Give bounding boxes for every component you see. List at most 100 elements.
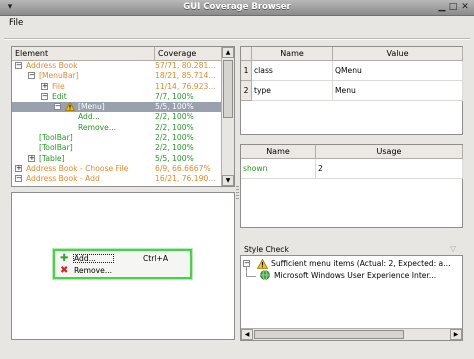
tree-row-coverage: 11/14, 76.923... [155,81,216,91]
window-title: GUI Coverage Browser [183,2,291,12]
table-row[interactable]: shown 2 [241,159,463,179]
menu-item-remove-label: Remove... [74,266,113,275]
tree-row[interactable]: − Address Book - Add 16/21, 76.190... [12,174,222,184]
scroll-right-icon[interactable]: ▶ [450,329,462,340]
menu-item-add[interactable]: ✚ Add... Ctrl+A [58,253,189,264]
tree-row-coverage: 6/9, 66.6667% [155,163,211,173]
menu-preview: ✚ Add... Ctrl+A ✖ Remove... [53,249,192,279]
tree-row[interactable]: [TextInput] 3/4, 75% [12,185,222,186]
tree-row-name: [ToolBar] [39,133,73,143]
warning-icon [257,259,268,269]
collapse-icon[interactable]: − [243,260,250,267]
globe-icon [260,270,270,280]
tree-vertical-scrollbar[interactable]: ▲ ▼ [221,47,234,186]
tree-row-coverage: 2/2, 100% [155,143,194,153]
tree-row-coverage: 2/2, 100% [155,133,194,143]
property-value: QMenu [333,61,463,81]
tree-row[interactable]: + File 11/14, 76.923... [12,82,222,92]
style-check-horizontal-scrollbar[interactable]: ◀ ▶ [241,328,462,340]
tree-row-coverage: 2/2, 100% [155,112,194,122]
column-header-usage[interactable]: Usage [316,145,463,159]
splitter-handle[interactable] [236,186,239,200]
scroll-up-icon[interactable]: ▲ [222,47,234,58]
table-row[interactable]: 2 type Menu [241,81,463,101]
tree-row-coverage: 3/4, 75% [155,185,222,186]
tree-row-name-cell: − [Menu] [12,102,153,112]
tree-row-name: [Table] [39,153,65,163]
style-check-subitem-text: Microsoft Windows User Experience Inter.… [274,271,437,280]
tree-row[interactable]: − [MenuBar] 18/21, 85.714... [12,71,222,81]
column-header-name[interactable]: Name [241,145,316,159]
tree-row-name: [TextInput] [39,185,80,186]
tree-row-coverage: 57/71, 80.281... [155,61,216,70]
filter-icon[interactable]: ▽ [450,244,456,253]
scroll-thumb[interactable] [223,60,233,118]
expand-icon[interactable]: + [28,154,35,162]
tree-row-name-cell: Remove... [12,123,153,133]
menu-file[interactable]: File [9,18,23,28]
tree-row-name: [Menu] [78,102,105,112]
usage-name: shown [241,159,316,179]
tree-row-coverage: 5/5, 100% [155,102,194,112]
menu-item-add-label: Add... [74,254,96,263]
tree-row[interactable]: − [Menu] 5/5, 100% [12,102,222,113]
tree-row[interactable]: − Address Book 57/71, 80.281... [12,61,222,71]
style-check-item[interactable]: − Sufficient menu items (Actual: 2, Expe… [243,258,462,270]
tree-rows: − Address Book 57/71, 80.281... − [MenuBar] 1… [12,61,222,186]
collapse-icon[interactable]: − [15,175,22,183]
scroll-down-icon[interactable]: ▼ [222,175,234,186]
tree-row-name: Address Book [26,61,78,70]
tree-row-name-cell: + [Table] [12,154,153,164]
tree-row[interactable]: − Edit 7/7, 100% [12,92,222,102]
warning-icon [65,102,75,112]
style-check-title: Style Check [244,245,289,254]
expand-icon[interactable]: + [41,82,48,90]
style-check-subitem[interactable]: Microsoft Windows User Experience Inter.… [243,267,462,282]
title-bar: ▾ GUI Coverage Browser ▁ □ ✕ [0,0,474,16]
style-check-list[interactable]: − Sufficient menu items (Actual: 2, Expe… [240,255,463,341]
collapse-icon[interactable]: − [15,62,22,69]
tree-row-coverage: 16/21, 76.190... [155,174,216,184]
coverage-tree[interactable]: Element Coverage − Address Book 57/71, 80.… [11,46,235,187]
tree-row-name-cell: − [MenuBar] [12,71,153,81]
tree-row[interactable]: + [Table] 5/5, 100% [12,154,222,164]
tree-row-coverage: 7/7, 100% [155,91,194,101]
properties-table[interactable]: Name Value 1 class QMenu 2 type Menu [240,46,463,135]
tree-row-name-cell: + File [12,82,153,92]
tree-row[interactable]: Add... 2/2, 100% [12,112,222,122]
tree-row-coverage: 2/2, 100% [155,122,194,132]
scroll-left-icon[interactable]: ◀ [241,329,253,340]
tree-row[interactable]: [ToolBar] 2/2, 100% [12,143,222,153]
table-row[interactable]: 1 class QMenu [241,61,463,81]
tree-row-name-cell: [ToolBar] [12,143,153,153]
column-header-coverage[interactable]: Coverage [155,47,223,61]
tree-row-name-cell: Add... [12,112,153,122]
tree-row-name: Add... [78,112,100,122]
tree-row[interactable]: + Address Book - Choose File 6/9, 66.6667% [12,164,222,174]
corner-cell [241,47,252,61]
plus-icon: ✚ [60,253,69,264]
maximize-icon[interactable]: □ [447,2,459,13]
close-icon[interactable]: ✕ [459,2,471,13]
column-header-value[interactable]: Value [333,47,463,61]
tree-row-name: [MenuBar] [39,71,79,81]
usage-table[interactable]: Name Usage shown 2 [240,144,463,228]
scroll-thumb[interactable] [254,330,404,339]
column-header-name[interactable]: Name [252,47,333,61]
collapse-icon[interactable]: − [54,103,61,111]
collapse-icon[interactable]: − [28,72,35,80]
tree-row[interactable]: Remove... 2/2, 100% [12,123,222,133]
expand-icon[interactable]: + [15,164,22,172]
style-check-item-text: Sufficient menu items (Actual: 2, Expect… [271,259,451,268]
property-value: Menu [333,81,463,101]
tree-row[interactable]: [ToolBar] 2/2, 100% [12,133,222,143]
collapse-icon[interactable]: − [41,92,48,100]
tree-row-name-cell: − Edit [12,92,153,102]
property-name: type [252,81,333,101]
tree-row-name-cell: − Address Book [12,61,153,71]
column-header-element[interactable]: Element [12,47,155,61]
tree-row-name: Edit [52,91,67,101]
menu-item-remove[interactable]: ✖ Remove... [58,265,189,276]
tree-row-coverage: 18/21, 85.714... [155,71,216,81]
tree-row-name-cell: [TextInput] [12,185,153,186]
